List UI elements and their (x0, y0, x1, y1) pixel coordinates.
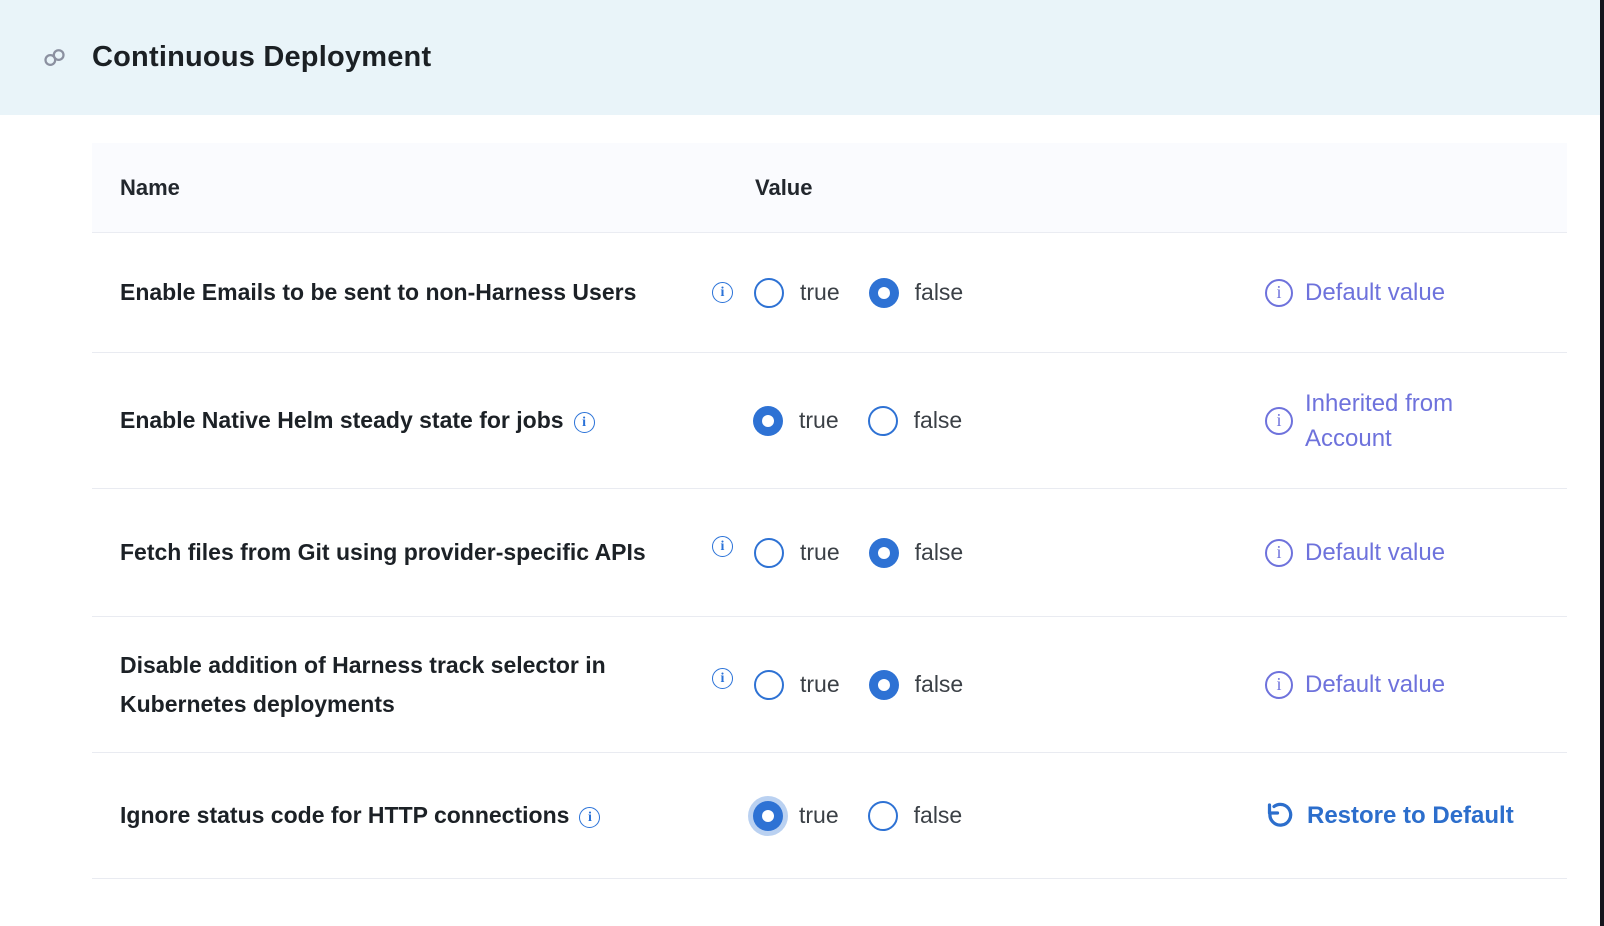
info-circle-icon[interactable]: i (1265, 407, 1293, 435)
setting-value-cell: i true false (710, 406, 1240, 436)
radio-group: true false (753, 406, 962, 436)
table-row: Enable Native Helm steady state for jobs… (92, 353, 1567, 489)
setting-value-cell: i true false (710, 670, 1240, 700)
radio-group: true false (754, 278, 963, 308)
radio-option-true[interactable]: true (753, 801, 839, 831)
radio-option-false[interactable]: false (869, 278, 964, 308)
radio-true-button[interactable] (754, 670, 784, 700)
status-label[interactable]: Default value (1305, 667, 1445, 702)
radio-option-false[interactable]: false (869, 670, 964, 700)
radio-false-button[interactable] (869, 278, 899, 308)
window-right-edge (1600, 0, 1604, 926)
table-row: Disable addition of Harness track select… (92, 617, 1567, 753)
radio-group: true false (753, 801, 962, 831)
setting-name: Enable Emails to be sent to non-Harness … (92, 273, 710, 312)
radio-true-button[interactable] (754, 538, 784, 568)
column-header-name: Name (92, 175, 710, 201)
status-label[interactable]: Default value (1305, 535, 1445, 570)
info-circle-icon[interactable]: i (1265, 671, 1293, 699)
setting-value-cell: i true false (710, 278, 1240, 308)
radio-option-false[interactable]: false (868, 406, 963, 436)
radio-false-button[interactable] (869, 670, 899, 700)
setting-name: Ignore status code for HTTP connectionsi (92, 796, 710, 835)
radio-option-false[interactable]: false (868, 801, 963, 831)
radio-option-true[interactable]: true (754, 278, 840, 308)
page-title: Continuous Deployment (92, 41, 431, 74)
radio-false-button[interactable] (868, 406, 898, 436)
radio-true-button[interactable] (753, 406, 783, 436)
info-circle-icon[interactable]: i (1265, 539, 1293, 567)
info-tooltip-icon[interactable]: i (574, 412, 595, 433)
table-row: Enable Emails to be sent to non-Harness … (92, 233, 1567, 353)
radio-option-true[interactable]: true (754, 538, 840, 568)
table-row: Ignore status code for HTTP connectionsi… (92, 753, 1567, 879)
info-tooltip-icon[interactable]: i (579, 807, 600, 828)
info-tooltip-icon[interactable]: i (712, 668, 733, 689)
setting-name: Disable addition of Harness track select… (92, 646, 710, 724)
column-header-value: Value (710, 175, 1240, 201)
radio-true-button[interactable] (753, 801, 783, 831)
setting-status[interactable]: i Default value (1240, 667, 1567, 702)
setting-value-cell: i true false (710, 801, 1240, 831)
status-label[interactable]: Inherited from Account (1305, 386, 1540, 456)
table-row: Fetch files from Git using provider-spec… (92, 489, 1567, 617)
radio-true-button[interactable] (754, 278, 784, 308)
radio-group: true false (754, 538, 963, 568)
info-circle-icon[interactable]: i (1265, 279, 1293, 307)
chain-link-icon[interactable] (40, 44, 68, 72)
radio-false-button[interactable] (869, 538, 899, 568)
restore-arrow-icon (1265, 801, 1295, 831)
radio-option-true[interactable]: true (753, 406, 839, 436)
status-label[interactable]: Default value (1305, 275, 1445, 310)
setting-value-cell: i true false (710, 538, 1240, 568)
setting-name: Fetch files from Git using provider-spec… (92, 533, 710, 572)
setting-status[interactable]: i Restore to Default (1240, 798, 1567, 833)
info-tooltip-icon[interactable]: i (712, 282, 733, 303)
radio-false-button[interactable] (868, 801, 898, 831)
radio-option-true[interactable]: true (754, 670, 840, 700)
radio-group: true false (754, 670, 963, 700)
table-header-row: Name Value (92, 143, 1567, 233)
status-label[interactable]: Restore to Default (1307, 798, 1514, 833)
info-tooltip-icon[interactable]: i (712, 536, 733, 557)
setting-status[interactable]: i Inherited from Account (1240, 386, 1567, 456)
radio-option-false[interactable]: false (869, 538, 964, 568)
settings-table: Name Value Enable Emails to be sent to n… (92, 143, 1567, 879)
settings-page: Continuous Deployment Name Value Enable … (0, 0, 1604, 926)
setting-name: Enable Native Helm steady state for jobs… (92, 401, 710, 440)
setting-status[interactable]: i Default value (1240, 535, 1567, 570)
section-header: Continuous Deployment (0, 0, 1604, 115)
setting-status[interactable]: i Default value (1240, 275, 1567, 310)
